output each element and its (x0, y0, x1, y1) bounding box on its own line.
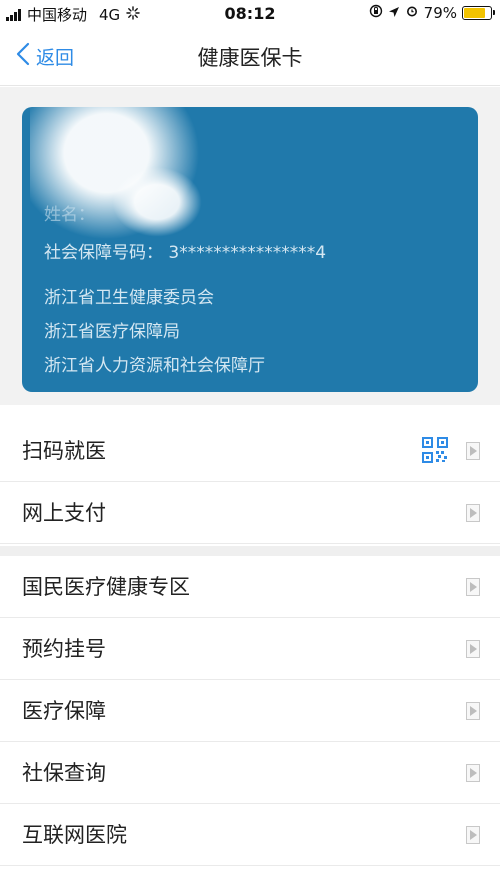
qr-code-icon[interactable] (422, 437, 448, 463)
alarm-icon (405, 4, 419, 22)
nav-bar: 返回 健康医保卡 (0, 28, 500, 86)
menu-item-label: 扫码就医 (22, 439, 106, 463)
menu-item-appointment[interactable]: 预约挂号 (0, 618, 500, 680)
card-name-label: 姓名： (44, 205, 95, 225)
battery-percent: 79% (423, 4, 457, 22)
chevron-right-icon (466, 826, 480, 844)
card-org-1: 浙江省卫生健康委员会 (44, 288, 214, 308)
menu-item-internet-hospital[interactable]: 互联网医院 (0, 804, 500, 866)
page-title: 健康医保卡 (197, 46, 303, 70)
chevron-right-icon (466, 504, 480, 522)
card-id-row: 社会保障号码： 3****************4 (44, 238, 326, 263)
menu-item-medical-insurance[interactable]: 医疗保障 (0, 680, 500, 742)
menu-item-label: 网上支付 (22, 501, 106, 525)
card-section: 姓名： 社会保障号码： 3****************4 浙江省卫生健康委员… (0, 87, 500, 405)
health-insurance-card[interactable]: 姓名： 社会保障号码： 3****************4 浙江省卫生健康委员… (22, 107, 478, 392)
battery-icon (462, 6, 495, 20)
menu-item-social-security-query[interactable]: 社保查询 (0, 742, 500, 804)
menu-item-scan-to-see-doctor[interactable]: 扫码就医 (0, 420, 500, 482)
chevron-right-icon (466, 764, 480, 782)
status-right: 79% (369, 4, 495, 22)
menu-item-label: 预约挂号 (22, 637, 106, 661)
card-org-2: 浙江省医疗保障局 (44, 322, 180, 342)
location-icon (388, 4, 400, 22)
chevron-right-icon (466, 442, 480, 460)
menu-group-1: 扫码就医 网上支付 (0, 420, 500, 544)
card-org-3: 浙江省人力资源和社会保障厅 (44, 356, 265, 376)
card-id-value: 3****************4 (168, 243, 327, 263)
menu-item-label: 互联网医院 (22, 823, 127, 847)
menu-item-online-payment[interactable]: 网上支付 (0, 482, 500, 544)
menu-item-national-health-zone[interactable]: 国民医疗健康专区 (0, 556, 500, 618)
redaction-blur-secondary (112, 167, 202, 237)
menu-item-label: 国民医疗健康专区 (22, 575, 190, 599)
menu-group-2: 国民医疗健康专区 预约挂号 医疗保障 社保查询 互联网医院 (0, 556, 500, 866)
card-id-label: 社会保障号码： (44, 243, 163, 263)
rotation-lock-icon (369, 4, 383, 22)
section-divider (0, 546, 500, 556)
menu-item-label: 医疗保障 (22, 699, 106, 723)
chevron-right-icon (466, 702, 480, 720)
status-bar: 中国移动 4G 08:12 79% (0, 0, 500, 28)
chevron-right-icon (466, 578, 480, 596)
menu-item-label: 社保查询 (22, 761, 106, 785)
chevron-right-icon (466, 640, 480, 658)
